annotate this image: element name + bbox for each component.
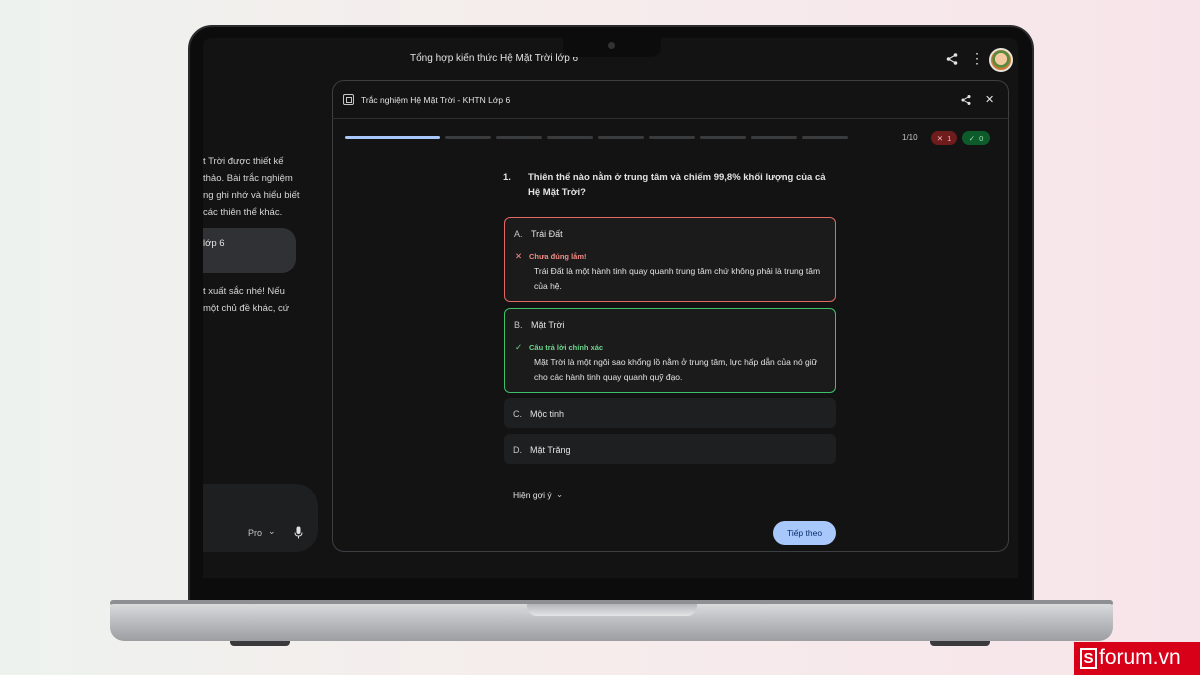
chat-line: các thiên thể khác. [203,207,283,218]
laptop-foot-left [230,641,290,646]
chevron-down-icon[interactable]: ⌄ [556,489,563,500]
option-label: Mộc tinh [530,409,565,419]
option-letter: D. [513,445,522,455]
share-icon[interactable] [960,94,972,106]
wrong-count: 1 [947,133,952,143]
check-icon: ✓ [515,342,523,352]
chat-message-paragraph: t Trời được thiết kế thảo. Bài trắc nghi… [203,153,300,221]
progress-segment [547,136,593,139]
option-letter: C. [513,409,522,419]
check-icon: ✓ [968,133,976,143]
chip-label: lớp 6 [203,238,225,249]
avatar[interactable] [989,48,1013,72]
feedback-body: Mặt Trời là một ngôi sao khổng lồ nằm ở … [534,357,818,382]
option-letter: B. [514,320,523,330]
answer-option-c[interactable]: C. Mộc tinh [504,398,836,428]
mic-icon[interactable] [294,526,303,539]
quiz-icon [343,94,354,105]
option-label: Trái Đất [531,229,563,239]
progress-segment [598,136,644,139]
close-icon: ✕ [515,251,523,261]
show-hint-button[interactable]: Hiện gợi ý [513,490,552,500]
model-selector-label[interactable]: Pro [248,528,262,538]
chat-line: ng ghi nhớ và hiểu biết [203,190,300,201]
wrong-count-badge: ✕ 1 [931,131,957,145]
correct-count-badge: ✓ 0 [962,131,990,145]
divider [332,118,1009,119]
more-vert-icon[interactable]: ⋮ [970,51,984,65]
question-number: 1. [503,172,511,183]
page-title: Tổng hợp kiến thức Hệ Mặt Trời lớp 6 [410,53,579,64]
camera-icon [608,42,615,49]
progress-segment [802,136,848,139]
laptop-foot-right [930,641,990,646]
chat-line: t xuất sắc nhé! Nếu [203,286,285,297]
quiz-chip-bubble[interactable]: lớp 6 [203,228,296,273]
answer-option-d[interactable]: D. Mặt Trăng [504,434,836,464]
progress-segment [445,136,491,139]
watermark-brand: forum.vn [1099,646,1181,669]
progress-segment [649,136,695,139]
close-icon: ✕ [936,133,944,143]
chat-line: t Trời được thiết kế [203,156,284,167]
progress-segment [345,136,440,139]
chat-line: thảo. Bài trắc nghiệm [203,173,293,184]
laptop-opening-groove [527,604,697,616]
progress-segment [751,136,797,139]
correct-count: 0 [979,133,984,143]
next-button[interactable]: Tiếp theo [773,521,836,545]
chat-message-paragraph: t xuất sắc nhé! Nếu một chủ đề khác, cứ [203,283,289,317]
chat-line: một chủ đề khác, cứ [203,303,290,314]
feedback-title: Chưa đúng lắm! [529,252,587,261]
close-icon[interactable]: ✕ [985,93,994,106]
answer-option-b[interactable]: B. Mặt Trời ✓ Câu trả lời chính xác Mặt … [504,308,836,393]
quiz-title: Trắc nghiệm Hệ Mặt Trời - KHTN Lớp 6 [361,95,511,105]
feedback-title: Câu trả lời chính xác [529,343,604,352]
progress-segment [496,136,542,139]
question-text: Thiên thể nào nằm ở trung tâm và chiếm 9… [528,172,826,198]
watermark-mark: S [1080,648,1097,669]
share-icon[interactable] [945,52,959,66]
prompt-input[interactable] [203,484,318,552]
progress-segment [700,136,746,139]
feedback-body: Trái Đất là một hành tinh quay quanh tru… [534,266,821,291]
option-letter: A. [514,229,523,239]
chevron-down-icon[interactable]: ⌄ [268,526,276,537]
option-label: Mặt Trăng [530,445,571,455]
answer-option-a[interactable]: A. Trái Đất ✕ Chưa đúng lắm! Trái Đất là… [504,217,836,302]
progress-count: 1/10 [902,133,918,142]
option-label: Mặt Trời [531,320,565,330]
